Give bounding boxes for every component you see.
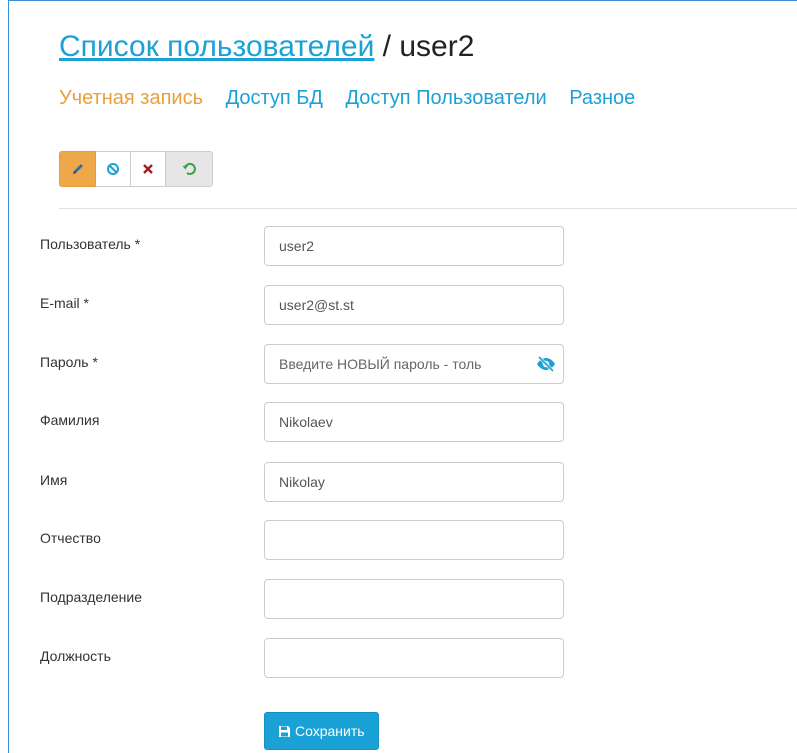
- floppy-icon: [279, 725, 290, 737]
- save-button[interactable]: Сохранить: [264, 712, 379, 750]
- department-label: Подразделение: [40, 589, 143, 605]
- lastname-label: Фамилия: [40, 412, 100, 428]
- reset-button[interactable]: [166, 151, 213, 187]
- username-label: Пользователь *: [40, 236, 141, 252]
- field-row-email: E-mail *: [40, 285, 640, 325]
- delete-button[interactable]: [131, 151, 166, 187]
- password-wrapper: [264, 344, 564, 384]
- breadcrumb-separator: /: [382, 30, 392, 63]
- firstname-field[interactable]: [264, 462, 564, 502]
- field-row-position: Должность: [40, 638, 640, 678]
- toolbar: [59, 151, 213, 187]
- username-field[interactable]: [264, 226, 564, 266]
- password-label: Пароль *: [40, 354, 98, 370]
- field-row-username: Пользователь *: [40, 226, 640, 266]
- undo-icon: [182, 162, 196, 175]
- patronymic-field[interactable]: [264, 520, 564, 560]
- field-row-department: Подразделение: [40, 579, 640, 619]
- tab-bar: Учетная запись Доступ БД Доступ Пользова…: [59, 87, 652, 110]
- edit-button[interactable]: [59, 151, 96, 187]
- email-label: E-mail *: [40, 295, 90, 311]
- cancel-button[interactable]: [96, 151, 131, 187]
- times-icon: [143, 164, 153, 174]
- breadcrumb-users-link[interactable]: Список пользователей: [59, 30, 374, 63]
- save-button-label: Сохранить: [295, 723, 365, 739]
- password-field[interactable]: [264, 344, 564, 384]
- tab-user-access[interactable]: Доступ Пользователи: [345, 87, 546, 109]
- content-frame-top: [8, 0, 797, 1]
- pencil-icon: [72, 164, 83, 174]
- field-row-patronymic: Отчество: [40, 520, 640, 560]
- patronymic-label: Отчество: [40, 530, 101, 546]
- page-title: Список пользователей / user2: [59, 30, 474, 64]
- toolbar-divider: [59, 208, 797, 209]
- tab-misc[interactable]: Разное: [569, 87, 635, 109]
- lastname-field[interactable]: [264, 402, 564, 442]
- field-row-password: Пароль *: [40, 344, 640, 384]
- tab-account[interactable]: Учетная запись: [59, 87, 203, 109]
- department-field[interactable]: [264, 579, 564, 619]
- tab-db-access[interactable]: Доступ БД: [226, 87, 323, 109]
- email-field[interactable]: [264, 285, 564, 325]
- breadcrumb-current: user2: [399, 30, 475, 63]
- firstname-label: Имя: [40, 472, 68, 488]
- ban-icon: [107, 163, 119, 175]
- position-label: Должность: [40, 648, 111, 664]
- eye-slash-icon[interactable]: [536, 355, 556, 373]
- field-row-firstname: Имя: [40, 462, 640, 502]
- position-field[interactable]: [264, 638, 564, 678]
- field-row-lastname: Фамилия: [40, 402, 640, 442]
